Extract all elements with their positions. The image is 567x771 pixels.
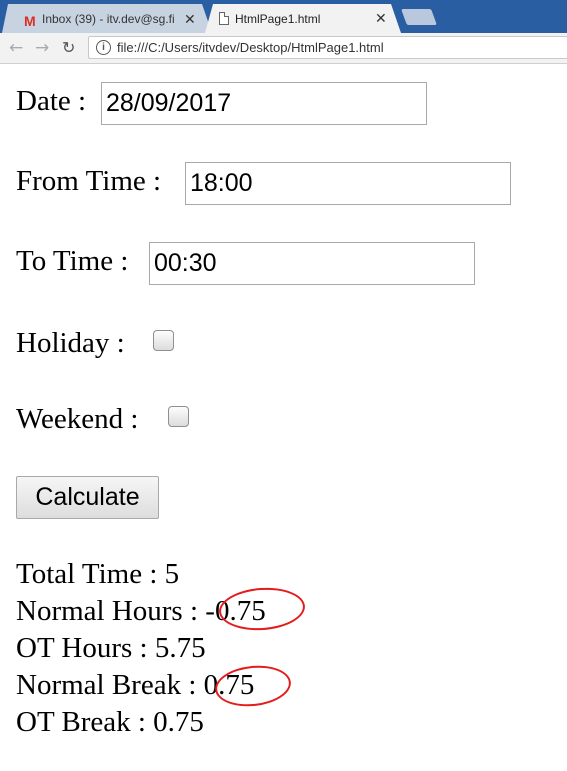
tab-htmlpage1[interactable]: HtmlPage1.html ✕ [205, 4, 401, 33]
ot-hours-text: OT Hours : 5.75 [16, 632, 206, 664]
weekend-checkbox[interactable] [168, 406, 189, 427]
calculate-button[interactable]: Calculate [16, 476, 159, 519]
date-label: Date : [16, 85, 87, 117]
tab-title: Inbox (39) - itv.dev@sg.fi [42, 11, 175, 26]
to-time-input[interactable] [149, 242, 475, 285]
holiday-checkbox[interactable] [153, 330, 174, 351]
from-time-input[interactable] [185, 162, 511, 205]
new-tab-button[interactable] [401, 9, 437, 25]
holiday-label: Holiday : [16, 327, 125, 359]
weekend-label: Weekend : [16, 403, 139, 435]
from-time-label: From Time : [16, 165, 162, 197]
reload-icon[interactable]: ↻ [62, 38, 75, 57]
tab-inbox[interactable]: M Inbox (39) - itv.dev@sg.fi ✕ [2, 4, 212, 33]
normal-break-value: 0.75 [203, 669, 255, 701]
ot-break-text: OT Break : 0.75 [16, 706, 204, 738]
browser-toolbar: ← → ↻ i file:///C:/Users/itvdev/Desktop/… [0, 33, 567, 64]
tab-title: HtmlPage1.html [235, 11, 321, 26]
close-icon[interactable]: ✕ [375, 10, 387, 27]
close-icon[interactable]: ✕ [184, 11, 196, 28]
forward-arrow-icon[interactable]: → [35, 38, 49, 58]
normal-hours-label: Normal Hours : [16, 595, 199, 627]
date-input[interactable] [101, 82, 427, 125]
to-time-label: To Time : [16, 245, 129, 277]
normal-break-label: Normal Break : [16, 669, 197, 701]
total-time-text: Total Time : 5 [16, 558, 180, 590]
page-icon [219, 12, 229, 25]
normal-break-row: Normal Break : 0.75 [16, 669, 254, 702]
normal-hours-row: Normal Hours : -0.75 [16, 595, 266, 628]
gmail-icon: M [24, 13, 36, 29]
info-icon[interactable]: i [96, 40, 111, 55]
normal-hours-value: -0.75 [205, 595, 266, 627]
address-bar[interactable]: i file:///C:/Users/itvdev/Desktop/HtmlPa… [88, 36, 567, 59]
tab-strip: M Inbox (39) - itv.dev@sg.fi ✕ HtmlPage1… [0, 0, 567, 33]
back-arrow-icon[interactable]: ← [9, 38, 23, 58]
url-text: file:///C:/Users/itvdev/Desktop/HtmlPage… [117, 40, 384, 55]
